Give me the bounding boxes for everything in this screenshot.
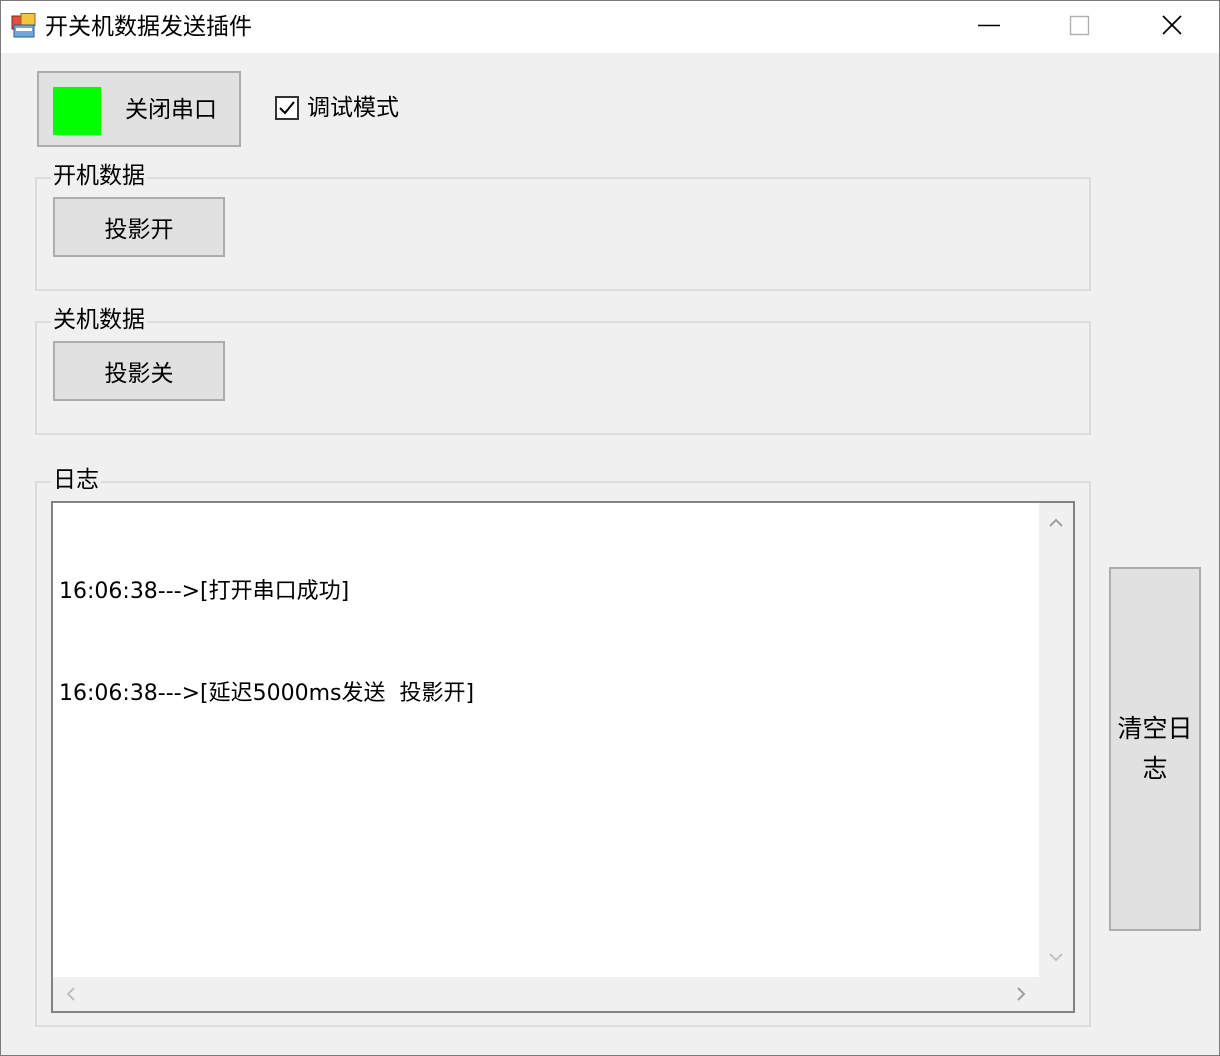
log-lines: 16:06:38--->[打开串口成功] 16:06:38--->[延迟5000… xyxy=(59,507,1039,779)
debug-mode-label: 调试模式 xyxy=(307,95,399,121)
power-on-group: 开机数据 投影开 xyxy=(35,161,1091,291)
serial-button-label: 关闭串口 xyxy=(125,97,217,123)
checkbox-box[interactable] xyxy=(275,96,299,120)
window-title: 开关机数据发送插件 xyxy=(45,14,252,40)
power-off-group-label: 关机数据 xyxy=(51,305,147,335)
app-window: 开关机数据发送插件 关闭串口 调试模式 开机数据 投影开 关机数据 投影关 日志… xyxy=(0,0,1220,1056)
app-window-icon xyxy=(11,13,36,38)
clear-log-button[interactable]: 清空日志 xyxy=(1109,567,1201,931)
log-group: 日志 16:06:38--->[打开串口成功] 16:06:38--->[延迟5… xyxy=(35,465,1091,1027)
power-off-group: 关机数据 投影关 xyxy=(35,305,1091,435)
projector-on-button[interactable]: 投影开 xyxy=(53,197,225,257)
close-serial-port-button[interactable]: 关闭串口 xyxy=(37,71,241,147)
vertical-scrollbar[interactable] xyxy=(1039,503,1073,977)
check-icon xyxy=(279,101,295,115)
minimize-button[interactable] xyxy=(943,1,1035,53)
scroll-right-icon[interactable] xyxy=(1011,984,1031,1004)
log-line: 16:06:38--->[打开串口成功] xyxy=(59,579,350,604)
projector-off-button[interactable]: 投影关 xyxy=(53,341,225,401)
horizontal-scrollbar[interactable] xyxy=(53,977,1073,1011)
log-line: 16:06:38--->[延迟5000ms发送 投影开] xyxy=(59,681,475,706)
serial-status-indicator xyxy=(53,87,101,135)
power-on-group-label: 开机数据 xyxy=(51,161,147,191)
log-textbox[interactable]: 16:06:38--->[打开串口成功] 16:06:38--->[延迟5000… xyxy=(51,501,1075,1013)
title-bar[interactable]: 开关机数据发送插件 xyxy=(1,1,1219,53)
scroll-up-icon[interactable] xyxy=(1046,513,1066,533)
log-group-label: 日志 xyxy=(51,465,101,495)
minimize-icon xyxy=(978,24,1000,27)
close-icon xyxy=(1162,15,1182,35)
maximize-icon xyxy=(1069,15,1090,36)
scroll-down-icon[interactable] xyxy=(1046,947,1066,967)
client-area: 关闭串口 调试模式 开机数据 投影开 关机数据 投影关 日志 16:06:38-… xyxy=(1,53,1219,1055)
maximize-button[interactable] xyxy=(1035,1,1127,53)
close-button[interactable] xyxy=(1127,1,1219,53)
scroll-left-icon[interactable] xyxy=(61,984,81,1004)
